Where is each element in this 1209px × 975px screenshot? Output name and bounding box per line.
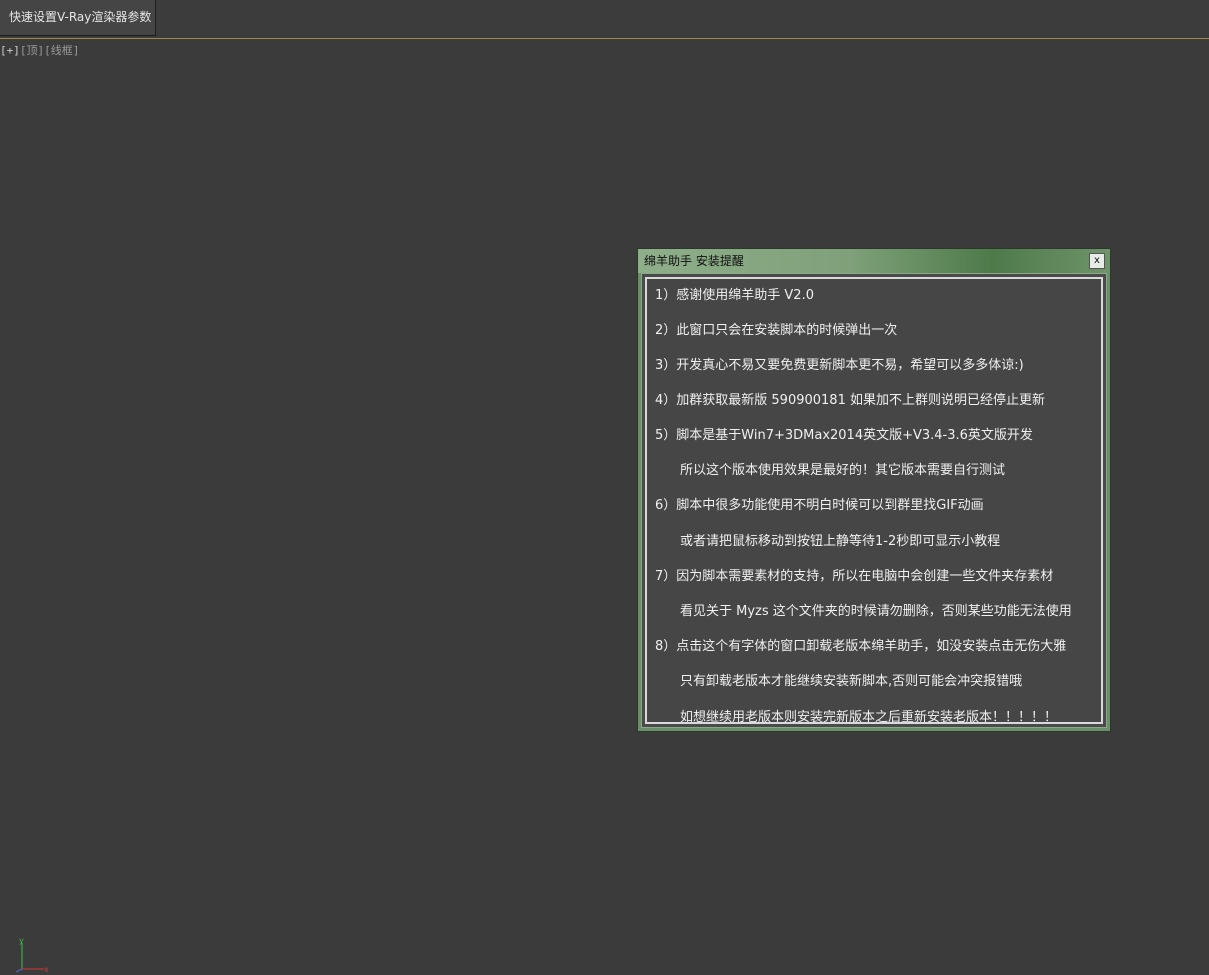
- info-line-7: 7）因为脚本需要素材的支持，所以在电脑中会创建一些文件夹存素材: [655, 569, 1054, 584]
- viewport-view-label[interactable]: [顶]: [20, 44, 44, 57]
- toolbar-divider: [157, 38, 1209, 39]
- dialog-body: 1）感谢使用绵羊助手 V2.0 2）此窗口只会在安装脚本的时候弹出一次 3）开发…: [641, 273, 1107, 728]
- info-line-6: 6）脚本中很多功能使用不明白时候可以到群里找GIF动画: [655, 498, 984, 513]
- info-line-6-cont: 或者请把鼠标移动到按钮上静等待1-2秒即可显示小教程: [680, 534, 1001, 549]
- info-line-8-cont: 只有卸载老版本才能继续安装新脚本,否则可能会冲突报错哦: [680, 674, 1023, 689]
- info-line-8-cont2: 如想继续用老版本则安装完新版本之后重新安装老版本！！！！！: [680, 710, 1058, 724]
- info-line-5: 5）脚本是基于Win7+3DMax2014英文版+V3.4-3.6英文版开发: [655, 428, 1033, 443]
- quick-vray-setup-tab[interactable]: 快速设置V-Ray渲染器参数: [0, 0, 156, 36]
- info-line-8: 8）点击这个有字体的窗口卸载老版本绵羊助手，如没安装点击无伤大雅: [655, 639, 1067, 654]
- axis-y-label: y: [19, 936, 24, 945]
- app-window: 快速设置V-Ray渲染器参数 [+][顶][线框] y x 绵羊助手 安装提醒 …: [0, 0, 1209, 975]
- uninstall-old-version-panel[interactable]: 1）感谢使用绵羊助手 V2.0 2）此窗口只会在安装脚本的时候弹出一次 3）开发…: [645, 277, 1103, 724]
- dialog-title-text: 绵羊助手 安装提醒: [644, 254, 744, 268]
- info-line-4: 4）加群获取最新版 590900181 如果加不上群则说明已经停止更新: [655, 393, 1045, 408]
- axis-gizmo-icon: y x: [15, 936, 49, 973]
- dialog-title[interactable]: 绵羊助手 安装提醒: [638, 249, 1110, 273]
- viewport-menu-plus[interactable]: [+]: [0, 44, 20, 57]
- info-line-5-cont: 所以这个版本使用效果是最好的！其它版本需要自行测试: [680, 463, 1006, 478]
- install-reminder-dialog: 绵羊助手 安装提醒 x 1）感谢使用绵羊助手 V2.0 2）此窗口只会在安装脚本…: [637, 248, 1111, 732]
- info-line-1: 1）感谢使用绵羊助手 V2.0: [655, 288, 814, 303]
- close-button[interactable]: x: [1089, 253, 1105, 269]
- viewport-shading-label[interactable]: [线框]: [44, 44, 79, 57]
- info-line-3: 3）开发真心不易又要免费更新脚本更不易，希望可以多多体谅:): [655, 358, 1024, 373]
- axis-x-label: x: [44, 965, 49, 973]
- info-line-7-cont: 看见关于 Myzs 这个文件夹的时候请勿删除，否则某些功能无法使用: [680, 604, 1072, 619]
- viewport-label: [+][顶][线框]: [0, 42, 79, 58]
- info-line-2: 2）此窗口只会在安装脚本的时候弹出一次: [655, 323, 898, 338]
- toolbar-divider-left: [0, 38, 157, 39]
